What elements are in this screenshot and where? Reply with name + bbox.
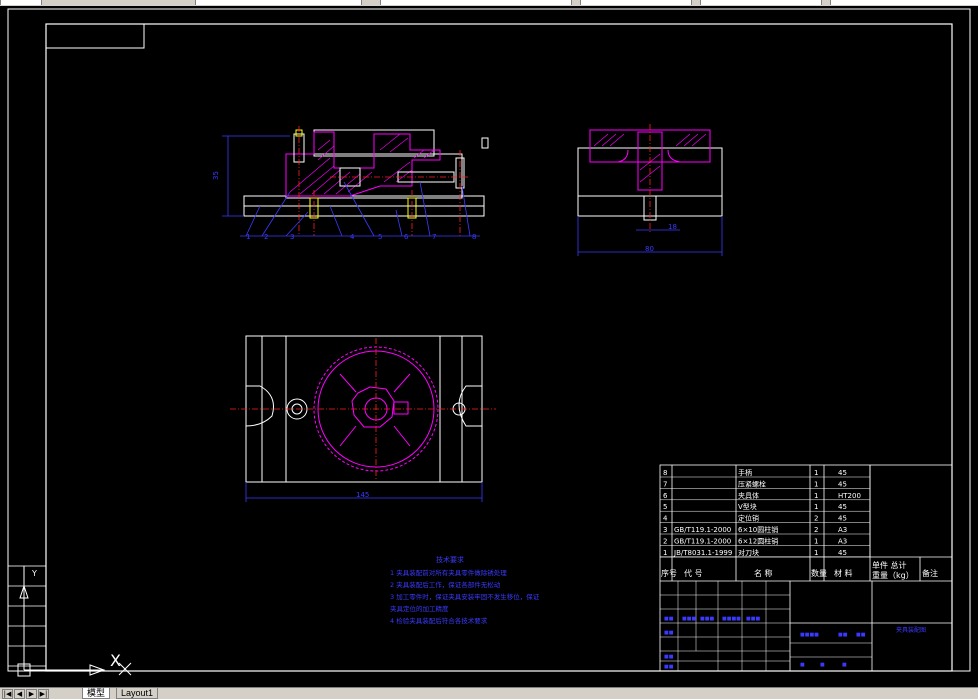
bom-no: 8	[663, 469, 667, 477]
bom-header-weight: 单件 总计	[872, 560, 907, 570]
balloon-number: 5	[378, 233, 382, 241]
svg-text:■: ■	[800, 662, 805, 668]
dim-side-width-label: 80	[645, 245, 654, 253]
note-line: 2 夹具装配后工作，保证各部件无松动	[390, 580, 501, 589]
balloon-number: 1	[246, 233, 250, 241]
balloon-number: 7	[432, 233, 436, 241]
svg-text:■■■■: ■■■■	[722, 616, 741, 622]
balloon-number: 8	[472, 233, 476, 241]
bom-header-remark: 备注	[922, 568, 938, 578]
color-dropdown[interactable]	[380, 0, 572, 5]
svg-text:■■: ■■	[838, 632, 848, 638]
drawing-svg: 35 12345678 80 18 145 技术要求 1 夹具装配前对所有夹具零…	[7, 8, 971, 677]
note-line: 3 加工零件时，保证夹具安装牢固不发生移位，保证	[390, 592, 540, 601]
bom-header-material: 材 料	[834, 568, 853, 578]
svg-text:■■: ■■	[664, 616, 674, 622]
bom-name: 手柄	[738, 468, 752, 477]
balloon-number: 6	[404, 233, 409, 241]
svg-text:■■: ■■	[664, 654, 674, 660]
svg-text:■■■: ■■■	[682, 616, 696, 622]
tab-layout1[interactable]: Layout1	[116, 688, 159, 699]
svg-text:■: ■	[820, 662, 825, 668]
bom-no: 5	[663, 503, 667, 511]
bom-material: 45	[838, 503, 847, 511]
tab-model[interactable]: 模型	[82, 688, 111, 699]
bom-header-code: 代 号	[684, 568, 703, 578]
bom-material: 45	[838, 469, 847, 477]
note-line: 4 检验夹具装配后符合各技术要求	[390, 616, 488, 625]
svg-text:■■: ■■	[664, 630, 674, 636]
bom-qty: 1	[814, 503, 818, 511]
bom-name: 定位销	[738, 514, 759, 523]
front-view	[243, 129, 489, 219]
balloon-number: 2	[264, 233, 268, 241]
bom-material: 45	[838, 515, 847, 523]
bom-name: 6×12圆柱销	[738, 536, 778, 545]
note-line: 夹具定位的加工精度	[390, 604, 449, 613]
toolbar-field[interactable]	[0, 0, 42, 5]
layout-tabbar: |◀ ◀ ▶ ▶| 模型 Layout1	[0, 687, 978, 699]
bom-no: 6	[663, 492, 668, 500]
bom-qty: 1	[814, 469, 818, 477]
bom-no: 1	[663, 549, 667, 557]
bom-material: 45	[838, 549, 847, 557]
bom-material: 45	[838, 480, 847, 488]
code-box	[45, 23, 145, 49]
bom-name: 夹具体	[738, 491, 759, 500]
dim-front-width-label: 145	[356, 491, 369, 499]
balloon-number: 4	[350, 233, 355, 241]
svg-text:■■: ■■	[664, 664, 674, 670]
note-line: 1 夹具装配前对所有夹具零件做除锈处理	[390, 568, 507, 577]
drawing-canvas[interactable]: 35 12345678 80 18 145 技术要求 1 夹具装配前对所有夹具零…	[0, 6, 978, 687]
bom-name: V型块	[738, 502, 757, 511]
lineweight-dropdown[interactable]	[700, 0, 822, 5]
notes-lines: 1 夹具装配前对所有夹具零件做除锈处理 2 夹具装配后工作，保证各部件无松动 3 加…	[390, 568, 540, 625]
bom-no: 3	[663, 526, 667, 534]
ucs-y-label: Y	[31, 569, 37, 578]
svg-text:■■■: ■■■	[746, 616, 760, 622]
bom-code: GB/T119.1-2000	[674, 537, 731, 545]
dim-height-label: 35	[212, 171, 220, 180]
bom-material: HT200	[838, 492, 861, 500]
svg-text:■■: ■■	[856, 632, 866, 638]
bom-qty: 1	[814, 537, 818, 545]
bom-qty: 1	[814, 549, 818, 557]
bom-no: 2	[663, 537, 667, 545]
notes-title: 技术要求	[436, 555, 464, 564]
bom-qty: 2	[814, 515, 818, 523]
left-layer-panel	[7, 565, 47, 667]
bom-code: GB/T119.1-2000	[674, 526, 731, 534]
title-block-name: 夹具装配图	[896, 626, 926, 634]
bom-code: JB/T8031.1-1999	[673, 549, 732, 557]
bom-name: 对刀块	[738, 548, 759, 557]
bom-material: A3	[838, 526, 847, 534]
ucs-x-label: X	[110, 651, 121, 670]
bom-name: 6×10圆柱销	[738, 525, 778, 534]
bom-header-qty: 数量	[811, 568, 827, 578]
top-view-cross	[230, 338, 496, 480]
balloon-number: 3	[290, 233, 294, 241]
bom-material: A3	[838, 537, 847, 545]
svg-text:■■■: ■■■	[700, 616, 714, 622]
bom-qty: 2	[814, 526, 818, 534]
bom-header: 序号代 号 名 称 数量材 料 单件 总计重量（kg） 备注	[661, 560, 938, 580]
bom-header-weight-unit: 重量（kg）	[872, 570, 914, 580]
front-view-centerlines	[298, 126, 470, 236]
bom-rows: 8 手柄 1 45 7 压紧螺栓 1 45 6 夹具体 1 HT200 5 V型块 1 45 4 定位销 2 45 3 G…	[660, 468, 870, 558]
bom-table	[659, 464, 953, 672]
bom-no: 7	[663, 480, 667, 488]
svg-text:■■■■: ■■■■	[800, 632, 819, 638]
balloon-labels: 1 2 3 4 5 6 7 8	[246, 233, 476, 241]
bom-name: 压紧螺栓	[738, 479, 766, 488]
bom-no: 4	[663, 515, 668, 523]
bom-qty: 1	[814, 492, 818, 500]
linetype-dropdown[interactable]	[580, 0, 692, 5]
plotstyle-dropdown[interactable]	[830, 0, 978, 5]
svg-text:■: ■	[842, 662, 847, 668]
bom-qty: 1	[814, 480, 818, 488]
layer-dropdown[interactable]	[195, 0, 362, 5]
bom-header-no: 序号	[661, 568, 677, 578]
dim-side-detail-label: 18	[668, 223, 677, 231]
bom-header-name: 名 称	[754, 568, 773, 578]
